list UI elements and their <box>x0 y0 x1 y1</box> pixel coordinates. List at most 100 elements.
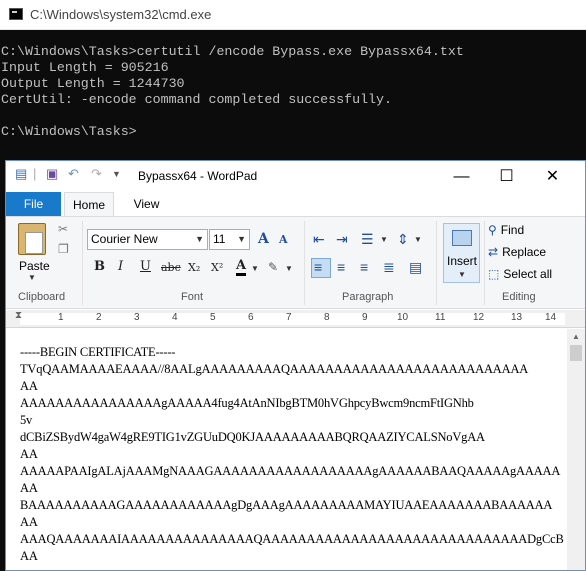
chevron-down-icon: ▼ <box>237 234 246 244</box>
redo-icon[interactable]: ↷ <box>91 166 102 186</box>
text-color-button[interactable]: A <box>236 259 247 276</box>
font-size-select[interactable]: 11 ▼ <box>209 229 250 250</box>
document-line: TVqQAAMAAAAEAAAA//8AALgAAAAAAAAAQAAAAAAA… <box>20 362 529 376</box>
ribbon-tabs: File Home View <box>6 192 585 216</box>
chevron-down-icon: ▼ <box>458 270 466 279</box>
cmd-line: C:\Windows\Tasks>certutil /encode Bypass… <box>1 44 464 59</box>
strikethrough-button[interactable]: abc <box>161 261 181 274</box>
font-size-value: 11 <box>213 232 226 246</box>
maximize-button[interactable]: ☐ <box>484 164 529 189</box>
ruler-number: 10 <box>397 312 409 323</box>
chevron-down-icon[interactable]: ▼ <box>251 264 259 273</box>
binoculars-icon: ⚲ <box>488 223 497 237</box>
document-line: AA <box>20 515 38 529</box>
paragraph-group-label: Paragraph <box>342 291 394 303</box>
copy-icon[interactable]: ❐ <box>58 242 69 256</box>
bold-button[interactable]: B <box>94 259 105 274</box>
cmd-line: CertUtil: -encode command completed succ… <box>1 92 392 107</box>
picture-icon <box>452 230 472 246</box>
align-right-icon[interactable]: ≡ <box>360 259 368 275</box>
cmd-line: Output Length = 1244730 <box>1 76 185 91</box>
align-center-icon[interactable]: ≡ <box>337 259 345 275</box>
save-icon[interactable]: ▣ <box>46 166 58 186</box>
cmd-icon <box>9 8 23 20</box>
increase-indent-icon[interactable]: ⇥ <box>336 231 348 248</box>
qat-separator: | <box>33 166 37 181</box>
ruler-number: 7 <box>286 312 292 323</box>
group-divider <box>82 221 83 305</box>
document-line: AA <box>20 481 38 495</box>
tab-home[interactable]: Home <box>64 192 114 216</box>
cmd-line: Input Length = 905216 <box>1 60 169 75</box>
wordpad-titlebar[interactable]: ▤ | ▣ ↶ ↷ ▼ Bypassx64 - WordPad — ☐ ✕ <box>6 161 585 192</box>
find-button[interactable]: ⚲ Find <box>488 223 524 237</box>
scroll-up-arrow-icon[interactable]: ▲ <box>572 332 580 341</box>
scrollbar-thumb[interactable] <box>570 345 582 361</box>
underline-button[interactable]: U <box>140 259 151 274</box>
select-all-icon: ⬚ <box>488 267 500 281</box>
indent-marker-icon[interactable]: ⧗ <box>15 310 22 321</box>
group-divider <box>304 221 305 305</box>
document-page[interactable]: -----BEGIN CERTIFICATE----- TVqQAAMAAAAE… <box>6 329 567 570</box>
select-all-label: Select all <box>503 267 553 281</box>
document-line: AA <box>20 549 38 563</box>
chevron-down-icon[interactable]: ▼ <box>414 235 422 244</box>
group-divider <box>484 221 485 305</box>
document-line: AA <box>20 447 38 461</box>
ruler-number: 13 <box>511 312 523 323</box>
select-all-button[interactable]: ⬚ Select all <box>488 267 552 281</box>
document-line: AAAAAAAAAAAAAAAAgAAAAA4fug4AtAnNIbgBTM0h… <box>20 396 474 410</box>
font-group-label: Font <box>181 291 204 303</box>
tab-view[interactable]: View <box>124 192 169 216</box>
ruler-number: 1 <box>58 312 64 323</box>
close-button[interactable]: ✕ <box>530 164 575 189</box>
group-divider <box>436 221 437 305</box>
bullet-list-icon[interactable]: ☰ <box>361 231 374 248</box>
ruler-number: 9 <box>362 312 368 323</box>
qat-customize-icon[interactable]: ▼ <box>112 169 121 189</box>
wordpad-window: ▤ | ▣ ↶ ↷ ▼ Bypassx64 - WordPad — ☐ ✕ Fi… <box>5 160 586 571</box>
wordpad-window-title: Bypassx64 - WordPad <box>138 169 258 183</box>
ruler-number: 14 <box>545 312 557 323</box>
font-family-select[interactable]: Courier New ▼ <box>87 229 208 250</box>
tab-file[interactable]: File <box>6 192 61 216</box>
chevron-down-icon: ▼ <box>195 234 204 244</box>
minimize-button[interactable]: — <box>439 164 484 189</box>
justify-icon[interactable]: ≣ <box>383 259 395 276</box>
superscript-button[interactable]: X² <box>211 261 223 274</box>
cmd-prompt-line: C:\Windows\Tasks> <box>1 124 137 139</box>
chevron-down-icon[interactable]: ▼ <box>285 264 293 273</box>
document-line: -----BEGIN CERTIFICATE----- <box>20 345 176 359</box>
chevron-down-icon[interactable]: ▼ <box>380 235 388 244</box>
document-line: dCBiZSBydW4gaW4gRE9TIG1vZGUuDQ0KJAAAAAAA… <box>20 430 485 444</box>
document-line: AAAAAPAAIgALAjAAAMgNAAAGAAAAAAAAAAAAAAAA… <box>20 464 561 478</box>
cmd-titlebar[interactable]: C:\Windows\system32\cmd.exe <box>0 0 586 30</box>
align-left-icon[interactable]: ≡ <box>314 259 322 275</box>
shrink-font-button[interactable]: A <box>279 233 288 246</box>
paragraph-settings-icon[interactable]: ▤ <box>409 259 422 276</box>
grow-font-button[interactable]: A <box>258 231 269 247</box>
cut-icon[interactable]: ✂ <box>58 222 68 236</box>
highlight-icon[interactable]: ✎ <box>268 260 278 274</box>
cmd-window-title: C:\Windows\system32\cmd.exe <box>30 7 212 22</box>
document-line: BAAAAAAAAAAGAAAAAAAAAAAAgDgAAAgAAAAAAAAA… <box>20 498 553 512</box>
line-spacing-icon[interactable]: ⇕ <box>397 231 409 248</box>
clipboard-group-label: Clipboard <box>18 291 66 303</box>
undo-icon[interactable]: ↶ <box>68 166 79 186</box>
wordpad-app-icon[interactable]: ▤ <box>15 166 27 186</box>
ruler-number: 2 <box>96 312 102 323</box>
document-area: -----BEGIN CERTIFICATE----- TVqQAAMAAAAE… <box>6 329 585 570</box>
ruler-number: 6 <box>248 312 254 323</box>
subscript-button[interactable]: X₂ <box>188 261 200 274</box>
ruler[interactable]: ⧗ 1 2 3 4 5 6 7 8 9 10 11 12 13 14 <box>6 310 585 328</box>
ruler-number: 3 <box>134 312 140 323</box>
decrease-indent-icon[interactable]: ⇤ <box>313 231 325 248</box>
chevron-down-icon: ▼ <box>28 273 36 282</box>
ruler-number: 4 <box>172 312 178 323</box>
vertical-scrollbar[interactable]: ▲ <box>567 329 585 570</box>
insert-button[interactable]: Insert ▼ <box>443 223 480 283</box>
italic-button[interactable]: I <box>118 259 123 274</box>
ruler-number: 11 <box>435 312 446 323</box>
document-line: AA <box>20 379 38 393</box>
replace-button[interactable]: ⇄ Replace <box>488 245 546 259</box>
